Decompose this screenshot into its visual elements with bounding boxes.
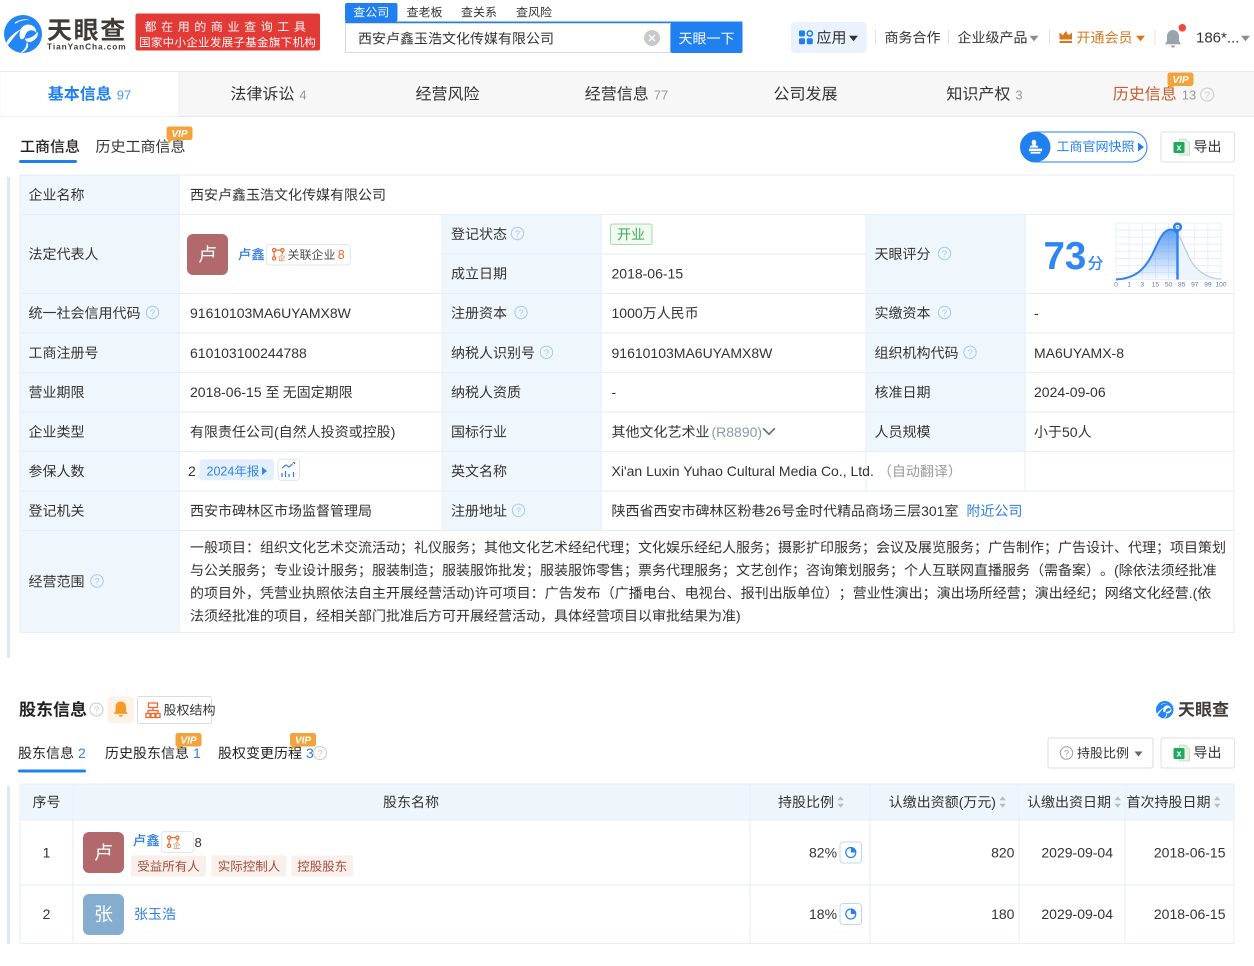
svg-text:50: 50 xyxy=(1165,282,1173,289)
svg-text:(: ( xyxy=(1114,562,1119,578)
svg-text:-: - xyxy=(1034,305,1039,321)
svg-text:?: ? xyxy=(1205,90,1211,101)
svg-text:97: 97 xyxy=(1191,282,1199,289)
svg-text:?: ? xyxy=(515,229,520,239)
svg-text:50: 50 xyxy=(1062,424,1078,440)
svg-text:610103100244788: 610103100244788 xyxy=(190,345,307,361)
svg-text:): ) xyxy=(736,608,741,624)
svg-text:VIP: VIP xyxy=(171,129,187,140)
svg-text:VIP: VIP xyxy=(295,736,311,747)
svg-text:91610103MA6UYAMX8W: 91610103MA6UYAMX8W xyxy=(190,305,352,321)
svg-text:1: 1 xyxy=(1127,282,1131,289)
svg-text:2: 2 xyxy=(188,463,196,479)
svg-text:8: 8 xyxy=(338,248,345,262)
svg-text:?: ? xyxy=(518,308,523,318)
svg-text:2018-06-15: 2018-06-15 xyxy=(190,384,262,400)
svg-text:): ) xyxy=(391,424,396,440)
svg-text:1: 1 xyxy=(193,745,201,761)
svg-text:-: - xyxy=(612,384,617,400)
svg-text:Xi'an Luxin Yuhao Cultural Med: Xi'an Luxin Yuhao Cultural Media Co., Lt… xyxy=(612,463,874,479)
svg-text:2018-06-15: 2018-06-15 xyxy=(1154,845,1226,861)
svg-text:1000: 1000 xyxy=(612,305,643,321)
svg-text:?: ? xyxy=(967,348,972,358)
svg-text:x: x xyxy=(1176,749,1181,759)
svg-text:): ) xyxy=(470,585,475,601)
svg-text:TianYanCha.com: TianYanCha.com xyxy=(47,42,127,52)
svg-text:?: ? xyxy=(942,308,947,318)
svg-text:3: 3 xyxy=(1140,282,1144,289)
svg-text:2018-06-15: 2018-06-15 xyxy=(1154,906,1226,922)
svg-text:26: 26 xyxy=(766,503,782,519)
svg-text:3: 3 xyxy=(306,745,314,761)
svg-text:?: ? xyxy=(150,308,155,318)
svg-text:VIP: VIP xyxy=(180,736,196,747)
svg-text:8: 8 xyxy=(195,835,202,850)
svg-text:4: 4 xyxy=(299,88,306,103)
svg-text:2024: 2024 xyxy=(207,465,235,479)
svg-text:(R8890): (R8890) xyxy=(712,424,763,440)
svg-text:186*...: 186*... xyxy=(1196,30,1239,47)
svg-text:100: 100 xyxy=(1215,282,1226,289)
svg-text:15: 15 xyxy=(1152,282,1160,289)
svg-text:?: ? xyxy=(94,705,100,716)
svg-text:82%: 82% xyxy=(809,845,837,861)
svg-text:73: 73 xyxy=(1044,235,1087,278)
svg-text:1: 1 xyxy=(43,845,51,861)
svg-text:2018-06-15: 2018-06-15 xyxy=(612,266,684,282)
svg-text:MA6UYAMX-8: MA6UYAMX-8 xyxy=(1034,345,1124,361)
svg-text:2024-09-06: 2024-09-06 xyxy=(1034,384,1106,400)
svg-text:?: ? xyxy=(94,577,99,587)
svg-text:97: 97 xyxy=(117,88,131,103)
svg-text:2029-09-04: 2029-09-04 xyxy=(1041,906,1113,922)
svg-text:?: ? xyxy=(516,506,521,516)
svg-text:91610103MA6UYAMX8W: 91610103MA6UYAMX8W xyxy=(612,345,774,361)
svg-text:?: ? xyxy=(317,749,323,760)
svg-text:18%: 18% xyxy=(809,906,837,922)
svg-text:180: 180 xyxy=(991,906,1015,922)
svg-text:3: 3 xyxy=(1015,88,1022,103)
svg-text:77: 77 xyxy=(654,88,668,103)
svg-text:2: 2 xyxy=(43,906,51,922)
svg-text:85: 85 xyxy=(1178,282,1186,289)
svg-text:VIP: VIP xyxy=(1172,75,1188,86)
svg-text:?: ? xyxy=(942,249,947,259)
svg-text:301: 301 xyxy=(921,503,945,519)
svg-text:): ) xyxy=(991,794,996,810)
svg-text:?: ? xyxy=(544,348,549,358)
svg-text:.(: .( xyxy=(1189,585,1198,601)
svg-text:13: 13 xyxy=(1182,88,1196,103)
svg-text:?: ? xyxy=(1064,749,1069,759)
svg-text:2: 2 xyxy=(78,745,86,761)
svg-text:(: ( xyxy=(274,424,279,440)
svg-text:0: 0 xyxy=(1114,282,1118,289)
svg-text:99: 99 xyxy=(1204,282,1212,289)
svg-text:(: ( xyxy=(959,794,964,810)
svg-text:820: 820 xyxy=(991,845,1015,861)
svg-text:2029-09-04: 2029-09-04 xyxy=(1041,845,1113,861)
svg-text:x: x xyxy=(1176,143,1181,153)
